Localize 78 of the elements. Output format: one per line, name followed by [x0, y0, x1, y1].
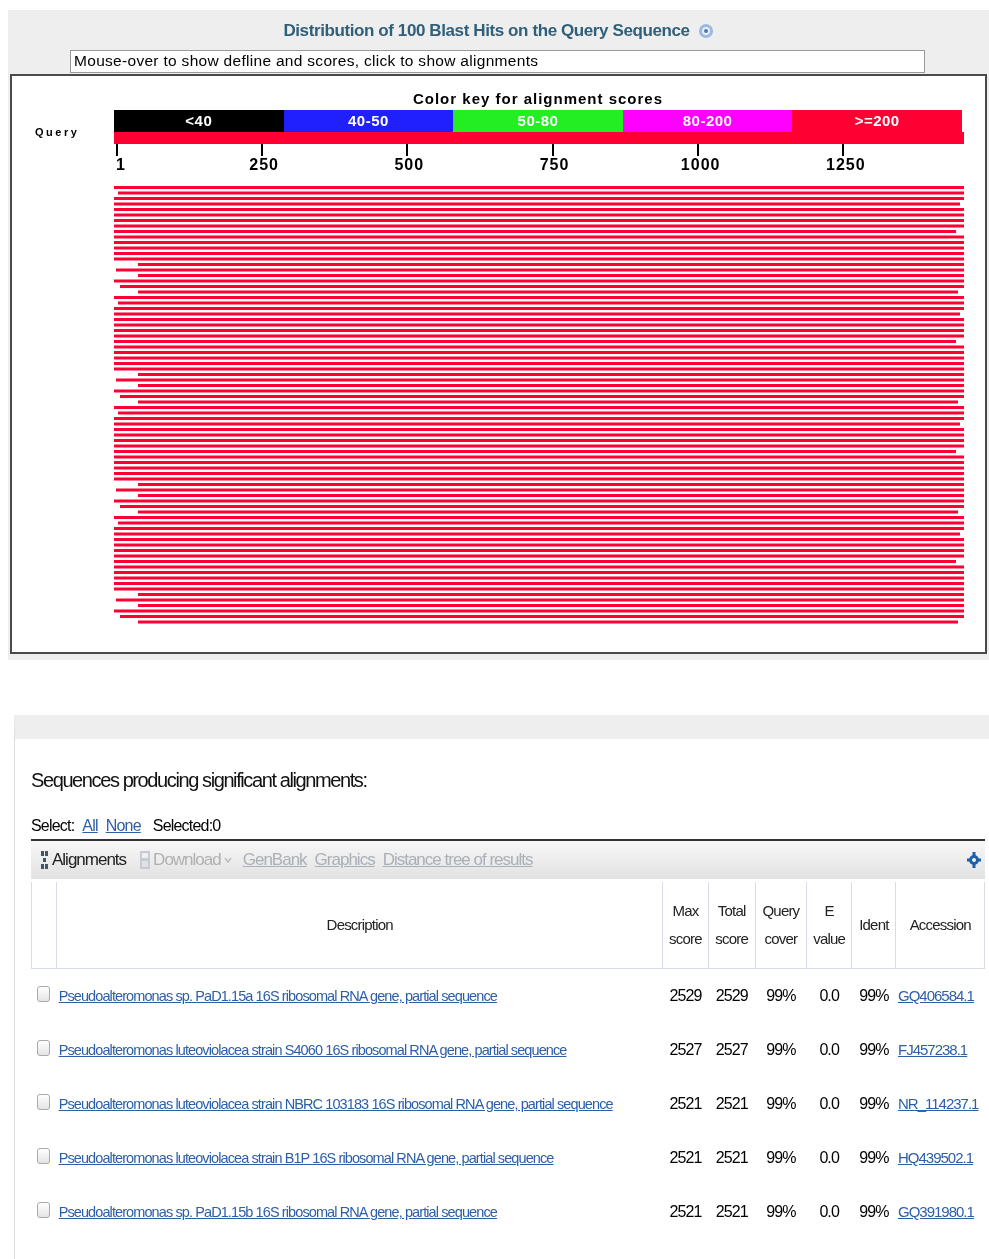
color-key-range: <40 — [114, 110, 284, 132]
color-key-range: 80-200 — [622, 110, 793, 132]
tick-mark — [551, 144, 554, 156]
accession-link[interactable]: NR_114237.1 — [898, 1095, 979, 1112]
selected-count: Selected:0 — [152, 817, 221, 835]
table-cell-text: 99% — [858, 1040, 890, 1060]
select-link[interactable]: All — [82, 817, 98, 835]
caret-icon — [223, 857, 232, 863]
table-cell-text: 99% — [858, 1148, 890, 1168]
row-checkbox[interactable] — [36, 1202, 50, 1218]
table-cell-text: 0.0 — [818, 1040, 841, 1060]
table-cell-text: 0.0 — [818, 1094, 841, 1114]
table-cell-text: 99% — [858, 1094, 890, 1114]
table-cell: 99% — [851, 968, 896, 1023]
description-link[interactable]: Pseudoalteromonas sp. PaD1.15a 16S ribosomal RNA gene, partial sequence — [58, 988, 497, 1004]
tick-label: 500 — [394, 156, 425, 174]
tick-label: 1000 — [680, 156, 721, 174]
row-checkbox[interactable] — [36, 1040, 50, 1056]
table-cell-text: 2521 — [668, 1094, 703, 1114]
accession-link[interactable]: FJ457238.1 — [898, 1041, 968, 1058]
row-checkbox[interactable] — [36, 986, 50, 1002]
column-header[interactable]: Total score — [708, 882, 756, 969]
graphic-title: Distribution of 100 Blast Hits on the Query Sequence — [283, 21, 690, 41]
table-cell-text: 0.0 — [818, 1202, 841, 1222]
tick-label: 250 — [249, 156, 279, 174]
accession-link[interactable]: HQ439502.1 — [898, 1149, 974, 1166]
description-link[interactable]: Pseudoalteromonas luteoviolacea strain NBRC 103183 16S ribosomal RNA gene, partial sequence — [58, 1096, 613, 1112]
tick-mark — [406, 144, 409, 156]
table-cell: 2529 — [708, 968, 756, 1023]
row-checkbox[interactable] — [36, 1094, 50, 1110]
table-cell-text: 2521 — [714, 1094, 749, 1114]
table-cell-text: 99% — [765, 1094, 797, 1114]
alignments-button[interactable]: Alignments — [37, 850, 130, 870]
table-cell-text: 2527 — [714, 1040, 749, 1060]
table-cell-text: 99% — [858, 1202, 890, 1222]
description-link[interactable]: Pseudoalteromonas luteoviolacea strain B1P 16S ribosomal RNA gene, partial sequence — [58, 1150, 554, 1166]
tick-label: 750 — [539, 156, 570, 174]
table-cell-text: 99% — [765, 1202, 797, 1222]
sort-icon — [40, 850, 49, 870]
table-cell-text: 2521 — [714, 1202, 749, 1222]
color-key-range: 40-50 — [283, 110, 454, 132]
table-cell-text: 2521 — [668, 1202, 703, 1222]
table-cell-text: 2527 — [668, 1040, 703, 1060]
query-label: Query — [34, 126, 81, 138]
table-cell: 99% — [755, 968, 807, 1023]
select-label: Select: — [31, 817, 75, 835]
column-header[interactable]: Max score — [662, 882, 709, 969]
table-cell: 2529 — [662, 968, 709, 1023]
select-link[interactable]: None — [105, 817, 141, 835]
color-key-title: Color key for alignment scores — [412, 90, 664, 107]
color-key-range: >=200 — [792, 110, 962, 132]
table-cell-text: 0.0 — [818, 1148, 841, 1168]
tick-label: 1250 — [826, 156, 866, 174]
help-icon[interactable] — [697, 23, 714, 39]
accession-link[interactable]: GQ391980.1 — [898, 1203, 974, 1220]
accession-link[interactable]: GQ406584.1 — [898, 987, 974, 1004]
column-header[interactable]: Description — [56, 882, 663, 969]
table-cell-text: 2521 — [714, 1148, 749, 1168]
results-title: Sequences producing significant alignments: — [31, 769, 368, 793]
table-cell: 0.0 — [806, 968, 852, 1023]
color-key-range: 50-80 — [453, 110, 623, 132]
column-header[interactable]: Query cover — [755, 882, 807, 969]
tick-label: 1 — [116, 156, 126, 174]
column-header[interactable]: Ident — [851, 882, 896, 969]
alignment-hits-drawing[interactable] — [114, 186, 964, 624]
description-link[interactable]: Pseudoalteromonas luteoviolacea strain S4060 16S ribosomal RNA gene, partial sequence — [58, 1042, 567, 1058]
tick-mark — [116, 144, 118, 156]
table-cell-text: 2521 — [668, 1148, 703, 1168]
tick-mark — [696, 144, 699, 156]
column-header[interactable]: E value — [806, 882, 852, 969]
description-link[interactable]: Pseudoalteromonas sp. PaD1.15b 16S ribosomal RNA gene, partial sequence — [58, 1204, 497, 1220]
table-cell-text: 99% — [765, 1040, 797, 1060]
row-checkbox[interactable] — [36, 1148, 50, 1164]
settings-icon[interactable] — [967, 851, 981, 869]
tick-mark — [261, 144, 264, 156]
tick-mark — [841, 144, 844, 156]
column-header[interactable]: Accession — [896, 882, 985, 969]
table-cell-text: 99% — [765, 1148, 797, 1168]
